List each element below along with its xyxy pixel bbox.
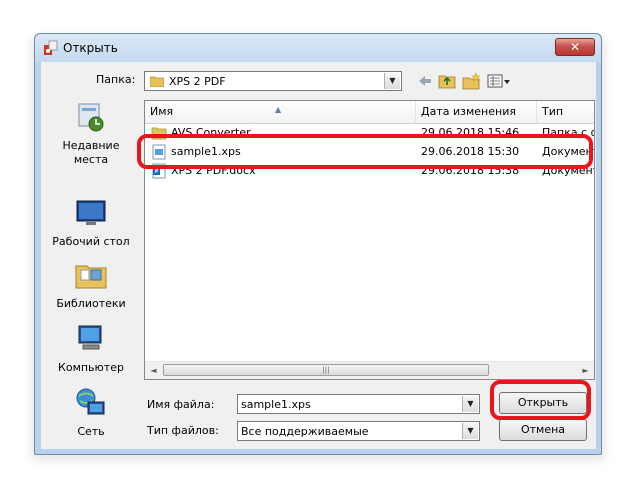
open-button[interactable]: Открыть <box>499 392 587 414</box>
filename-value: sample1.xps <box>241 398 311 411</box>
file-name: sample1.xps <box>171 145 241 158</box>
sort-ascending-icon: ▲ <box>275 105 282 114</box>
file-date: 29.06.2018 15:38 <box>421 164 520 177</box>
docx-file-icon <box>152 163 166 179</box>
column-header-date[interactable]: Дата изменения <box>416 101 537 123</box>
column-header-name[interactable]: Имя ▲ <box>145 101 416 123</box>
new-folder-icon[interactable] <box>462 72 482 90</box>
file-type: Документ <box>542 164 595 177</box>
file-list[interactable]: Имя ▲ Дата изменения Тип AVS Converter 2… <box>144 100 595 380</box>
cancel-button[interactable]: Отмена <box>499 419 587 441</box>
folder-icon <box>150 76 164 87</box>
title-bar[interactable]: Открыть ✕ <box>35 34 601 62</box>
file-type: Документ <box>542 145 595 158</box>
places-bar: Недавние места Рабочий стол Библиотеки К… <box>47 100 135 438</box>
file-date: 29.06.2018 15:30 <box>421 145 520 158</box>
place-label: Компьютер <box>58 361 124 374</box>
list-header: Имя ▲ Дата изменения Тип <box>145 101 594 124</box>
file-date: 29.06.2018 15:46 <box>421 126 520 139</box>
horizontal-scrollbar[interactable]: ◄ ||| ► <box>145 361 594 379</box>
libraries-icon <box>75 265 107 289</box>
place-label: Сеть <box>77 425 105 438</box>
filetype-value: Все поддерживаемые <box>241 425 369 438</box>
place-recent[interactable]: Недавние места <box>47 100 135 167</box>
folder-combobox[interactable]: XPS 2 PDF ▼ <box>144 71 402 91</box>
filetype-select[interactable]: Все поддерживаемые ▼ <box>237 421 480 441</box>
place-network[interactable]: Сеть <box>47 386 135 439</box>
file-name: XPS 2 PDF.docx <box>171 164 256 177</box>
close-button[interactable]: ✕ <box>555 38 595 56</box>
app-icon <box>44 40 58 55</box>
list-item[interactable]: XPS 2 PDF.docx 29.06.2018 15:38 Документ <box>145 162 594 180</box>
place-computer[interactable]: Компьютер <box>47 322 135 375</box>
chevron-down-icon[interactable]: ▼ <box>462 423 478 439</box>
desktop-icon <box>76 200 106 225</box>
place-label: Библиотеки <box>56 297 126 310</box>
list-item[interactable]: sample1.xps 29.06.2018 15:30 Документ <box>145 143 594 161</box>
open-file-dialog: Открыть ✕ Папка: XPS 2 PDF ▼ Недавние ме… <box>34 33 602 455</box>
scroll-left-icon[interactable]: ◄ <box>145 362 162 379</box>
view-menu-icon[interactable] <box>487 72 511 90</box>
back-arrow-icon[interactable] <box>417 72 433 90</box>
close-icon: ✕ <box>569 40 581 54</box>
place-label: Рабочий стол <box>52 235 130 248</box>
up-folder-icon[interactable] <box>438 72 456 90</box>
scroll-right-icon[interactable]: ► <box>577 362 594 379</box>
file-type: Папка с ф <box>542 126 595 139</box>
recent-places-icon <box>78 103 104 132</box>
network-icon <box>76 388 105 415</box>
filename-label: Имя файла: <box>147 398 215 411</box>
column-header-type[interactable]: Тип <box>537 101 594 123</box>
dialog-body: Папка: XPS 2 PDF ▼ Недавние места Рабочи… <box>41 62 596 449</box>
folder-value: XPS 2 PDF <box>169 75 226 88</box>
chevron-down-icon[interactable]: ▼ <box>384 73 400 89</box>
folder-icon <box>151 127 167 140</box>
place-desktop[interactable]: Рабочий стол <box>47 196 135 249</box>
filetype-label: Тип файлов: <box>147 424 219 437</box>
folder-label: Папка: <box>96 73 136 86</box>
window-title: Открыть <box>63 41 118 55</box>
place-label: Недавние места <box>62 139 120 166</box>
scrollbar-thumb[interactable]: ||| <box>163 364 489 376</box>
chevron-down-icon[interactable]: ▼ <box>462 396 478 412</box>
file-name: AVS Converter <box>171 126 251 139</box>
xps-file-icon <box>152 144 166 160</box>
computer-icon <box>78 325 102 350</box>
list-item[interactable]: AVS Converter 29.06.2018 15:46 Папка с ф <box>145 124 594 142</box>
place-libraries[interactable]: Библиотеки <box>47 258 135 311</box>
filename-input[interactable]: sample1.xps ▼ <box>237 394 480 414</box>
